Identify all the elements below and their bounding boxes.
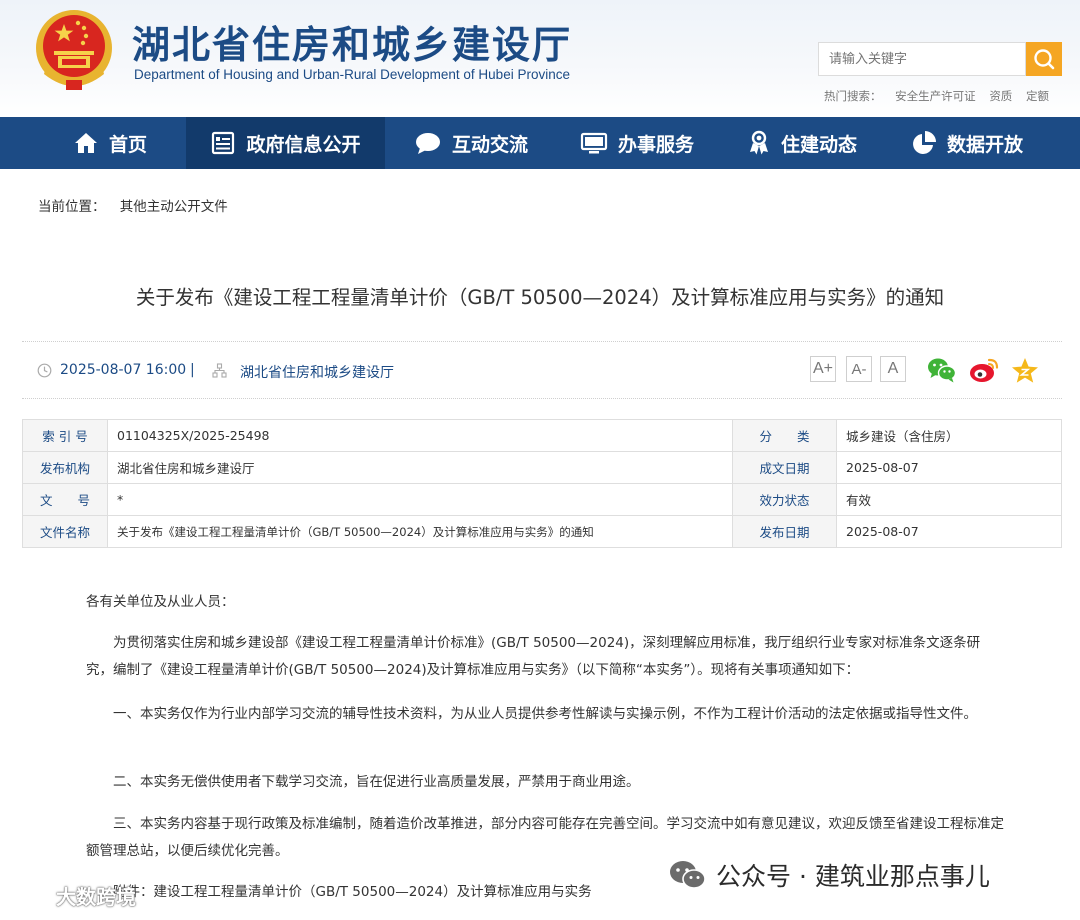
- brand-logo-icon: [10, 884, 52, 904]
- hot-search-label: 热门搜索：: [824, 89, 882, 103]
- watermark-left: 大数跨境: [8, 880, 136, 910]
- nav-item-news[interactable]: 住建动态: [717, 117, 887, 169]
- nav-item-open-data[interactable]: 数据开放: [887, 117, 1047, 169]
- clock-icon: [37, 363, 52, 378]
- hot-search-item[interactable]: 安全生产许可证: [895, 89, 976, 103]
- table-value: 01104325X/2025-25498: [107, 419, 733, 452]
- table-label: 索 引 号: [22, 419, 108, 452]
- hot-search: 热门搜索： 安全生产许可证 资质 定额: [824, 88, 1059, 104]
- nav-item-label: 数据开放: [946, 133, 1023, 156]
- nav-item-gov-info[interactable]: 政府信息公开: [186, 117, 385, 169]
- table-label: 成文日期: [732, 451, 837, 484]
- nav-item-label: 政府信息公开: [246, 133, 361, 156]
- national-emblem-icon: [36, 10, 112, 90]
- search-input[interactable]: [818, 42, 1026, 76]
- publish-date: 2025-08-07 16:00: [60, 362, 187, 378]
- home-icon: [74, 133, 97, 153]
- table-label: 分 类: [732, 419, 837, 452]
- table-value: 湖北省住房和城乡建设厅: [107, 451, 733, 484]
- table-value: 有效: [836, 483, 1062, 516]
- nav-item-label: 互动交流: [451, 133, 528, 156]
- pie-chart-icon: [913, 131, 936, 154]
- table-label: 效力状态: [732, 483, 837, 516]
- watermark-right: 公众号 · 建筑业那点事儿: [668, 857, 990, 893]
- font-increase-button[interactable]: A+: [810, 356, 836, 382]
- table-row: 发布机构 湖北省住房和城乡建设厅 成文日期 2025-08-07: [22, 451, 1062, 484]
- table-value: 关于发布《建设工程工程量清单计价（GB/T 50500—2024）及计算标准应用…: [107, 515, 733, 548]
- watermark-left-text: 大数跨境: [56, 884, 136, 909]
- nav-item-label: 首页: [108, 133, 147, 156]
- table-value: *: [107, 483, 733, 516]
- hot-search-item[interactable]: 资质: [989, 89, 1012, 103]
- table-value: 2025-08-07: [836, 451, 1062, 484]
- publisher: 湖北省住房和城乡建设厅: [240, 365, 394, 381]
- site-subtitle: Department of Housing and Urban-Rural De…: [134, 67, 570, 82]
- breadcrumb-label: 当前位置：: [38, 199, 106, 215]
- salutation: 各有关单位及从业人员：: [86, 594, 235, 610]
- table-label: 文件名称: [22, 515, 108, 548]
- body-paragraph: 二、本实务无偿供使用者下载学习交流，旨在促进行业高质量发展，严禁用于商业用途。: [113, 774, 640, 790]
- table-value: 城乡建设（含住房）: [836, 419, 1062, 452]
- main-nav: 首页 政府信息公开 互动交流 办事服务 住建动态 数据开放: [0, 117, 1080, 169]
- table-label: 文 号: [22, 483, 108, 516]
- wechat-logo-icon: [670, 861, 706, 889]
- nav-item-label: 办事服务: [617, 133, 694, 156]
- nav-item-home[interactable]: 首页: [34, 117, 186, 169]
- font-reset-button[interactable]: A: [880, 356, 906, 382]
- favorite-star-icon[interactable]: [1011, 357, 1039, 384]
- nav-item-interaction[interactable]: 互动交流: [385, 117, 557, 169]
- search-icon: [1034, 49, 1055, 70]
- watermark-right-text: 公众号 · 建筑业那点事儿: [716, 862, 990, 891]
- table-label: 发布机构: [22, 451, 108, 484]
- body-paragraph: 一、本实务仅作为行业内部学习交流的辅导性技术资料，为从业人员提供参考性解读与实操…: [113, 706, 977, 722]
- font-decrease-button[interactable]: A-: [846, 356, 872, 382]
- hot-search-item[interactable]: 定额: [1026, 89, 1049, 103]
- nav-item-services[interactable]: 办事服务: [557, 117, 717, 169]
- table-row: 文 号 * 效力状态 有效: [22, 483, 1062, 516]
- nav-item-label: 住建动态: [780, 133, 857, 156]
- table-row: 索 引 号 01104325X/2025-25498 分 类 城乡建设（含住房）: [22, 419, 1062, 452]
- site-title: 湖北省住房和城乡建设厅: [132, 23, 573, 67]
- breadcrumb: 当前位置： 其他主动公开文件: [38, 195, 238, 215]
- meta-separator: |: [190, 362, 195, 378]
- breadcrumb-current[interactable]: 其他主动公开文件: [120, 199, 228, 215]
- search-button[interactable]: [1026, 42, 1062, 76]
- org-chart-icon: [212, 363, 227, 378]
- article-title: 关于发布《建设工程工程量清单计价（GB/T 50500—2024）及计算标准应用…: [135, 286, 945, 309]
- wechat-share-icon[interactable]: [927, 356, 957, 384]
- table-label: 发布日期: [732, 515, 837, 548]
- weibo-share-icon[interactable]: [968, 356, 1000, 384]
- award-person-icon: [749, 130, 768, 155]
- table-row: 文件名称 关于发布《建设工程工程量清单计价（GB/T 50500—2024）及计…: [22, 515, 1062, 548]
- document-info-table: 索 引 号 01104325X/2025-25498 分 类 城乡建设（含住房）…: [22, 419, 1062, 548]
- body-paragraph: 为贯彻落实住房和城乡建设部《建设工程工程量清单计价标准》(GB/T 50500—…: [86, 635, 981, 678]
- chat-bubble-icon: [415, 133, 440, 154]
- document-list-icon: [212, 131, 235, 155]
- table-value: 2025-08-07: [836, 515, 1062, 548]
- monitor-icon: [580, 132, 608, 154]
